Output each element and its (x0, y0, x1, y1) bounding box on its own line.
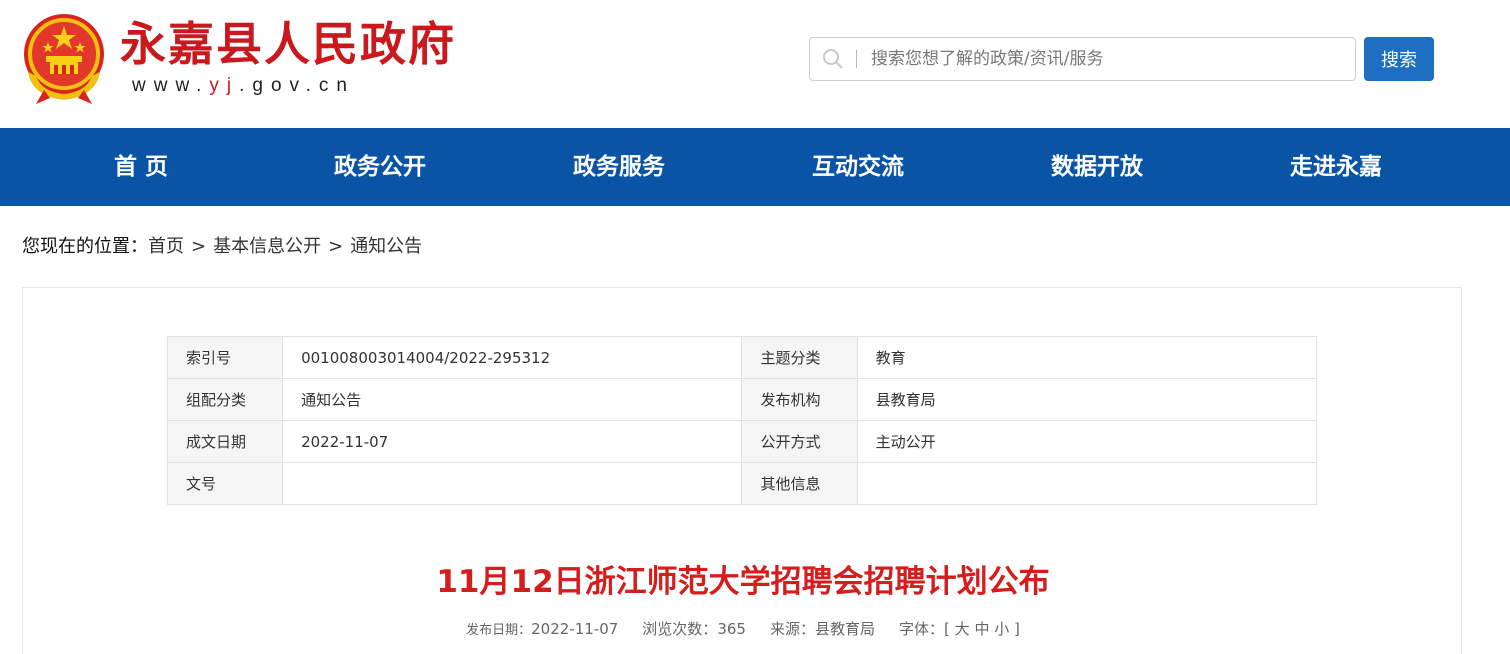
search-box (809, 37, 1356, 81)
national-emblem-icon[interactable] (22, 12, 106, 104)
breadcrumb-prefix: 您现在的位置： (22, 236, 148, 257)
font-bracket-close: ] (1014, 620, 1020, 638)
breadcrumb-separator: > (191, 236, 207, 257)
table-row: 索引号 001008003014004/2022-295312 主题分类 教育 (166, 336, 1318, 379)
meta-value: 县教育局 (856, 378, 1318, 421)
breadcrumb-basic-info[interactable]: 基本信息公开 (213, 236, 321, 257)
meta-label: 其他信息 (741, 462, 858, 505)
site-url-highlight: yj (209, 75, 240, 96)
meta-label: 组配分类 (166, 378, 284, 421)
search-icon (823, 49, 843, 69)
meta-value: 通知公告 (282, 378, 743, 421)
table-row: 组配分类 通知公告 发布机构 县教育局 (166, 378, 1318, 421)
meta-label: 发布机构 (741, 378, 858, 421)
table-row: 成文日期 2022-11-07 公开方式 主动公开 (166, 420, 1318, 463)
source-value: 县教育局 (814, 620, 875, 638)
content-panel: 索引号 001008003014004/2022-295312 主题分类 教育 … (22, 287, 1462, 654)
article-meta: 发布日期：2022-11-07 浏览次数：365 来源：县教育局 字体：[ 大 中 小… (23, 618, 1463, 642)
meta-value: 2022-11-07 (282, 420, 743, 463)
breadcrumb-notices[interactable]: 通知公告 (350, 236, 422, 257)
nav-item-gov-disclosure[interactable]: 政务公开 (280, 128, 480, 206)
search-input[interactable] (871, 49, 1355, 69)
breadcrumb: 您现在的位置：首页 > 基本信息公开 > 通知公告 (22, 234, 422, 260)
views-count: 365 (717, 620, 746, 638)
nav-item-gov-services[interactable]: 政务服务 (519, 128, 719, 206)
meta-value (282, 462, 743, 505)
meta-value (856, 462, 1318, 505)
meta-label: 公开方式 (741, 420, 858, 463)
site-url-prefix: www. (132, 75, 210, 96)
views-label: 浏览次数： (642, 620, 718, 638)
meta-label: 主题分类 (741, 336, 858, 379)
site-url-suffix: .gov.cn (239, 75, 355, 96)
meta-value: 主动公开 (856, 420, 1318, 463)
nav-item-home[interactable]: 首 页 (41, 128, 241, 206)
source-label: 来源： (769, 620, 815, 638)
nav-item-open-data[interactable]: 数据开放 (997, 128, 1197, 206)
meta-label: 文号 (166, 462, 284, 505)
table-row: 文号 其他信息 (166, 462, 1318, 505)
font-small-button[interactable]: 小 (994, 620, 1009, 638)
site-title[interactable]: 永嘉县人民政府 (120, 14, 456, 74)
article-title: 11月12日浙江师范大学招聘会招聘计划公布 (436, 564, 1050, 600)
meta-value: 001008003014004/2022-295312 (282, 336, 743, 379)
breadcrumb-home[interactable]: 首页 (148, 236, 184, 257)
font-medium-button[interactable]: 中 (974, 620, 989, 638)
site-header: 永嘉县人民政府 www.yj.gov.cn 搜索 (0, 0, 1510, 128)
site-url: www.yj.gov.cn (132, 74, 355, 98)
search-separator (856, 50, 857, 68)
search-button[interactable]: 搜索 (1364, 37, 1434, 81)
document-meta-table: 索引号 001008003014004/2022-295312 主题分类 教育 … (166, 336, 1318, 505)
meta-label: 成文日期 (166, 420, 284, 463)
main-nav: 首 页 政务公开 政务服务 互动交流 数据开放 走进永嘉 (0, 128, 1510, 206)
font-bracket-open: [ (944, 620, 950, 638)
font-large-button[interactable]: 大 (955, 620, 970, 638)
publish-date: 2022-11-07 (531, 620, 619, 638)
font-size-label: 字体： (898, 620, 944, 638)
nav-item-interaction[interactable]: 互动交流 (758, 128, 958, 206)
meta-label: 索引号 (166, 336, 284, 379)
meta-value: 教育 (856, 336, 1318, 379)
breadcrumb-separator: > (328, 236, 344, 257)
publish-date-label: 发布日期： (466, 623, 532, 638)
nav-item-about-yongjia[interactable]: 走进永嘉 (1236, 128, 1436, 206)
